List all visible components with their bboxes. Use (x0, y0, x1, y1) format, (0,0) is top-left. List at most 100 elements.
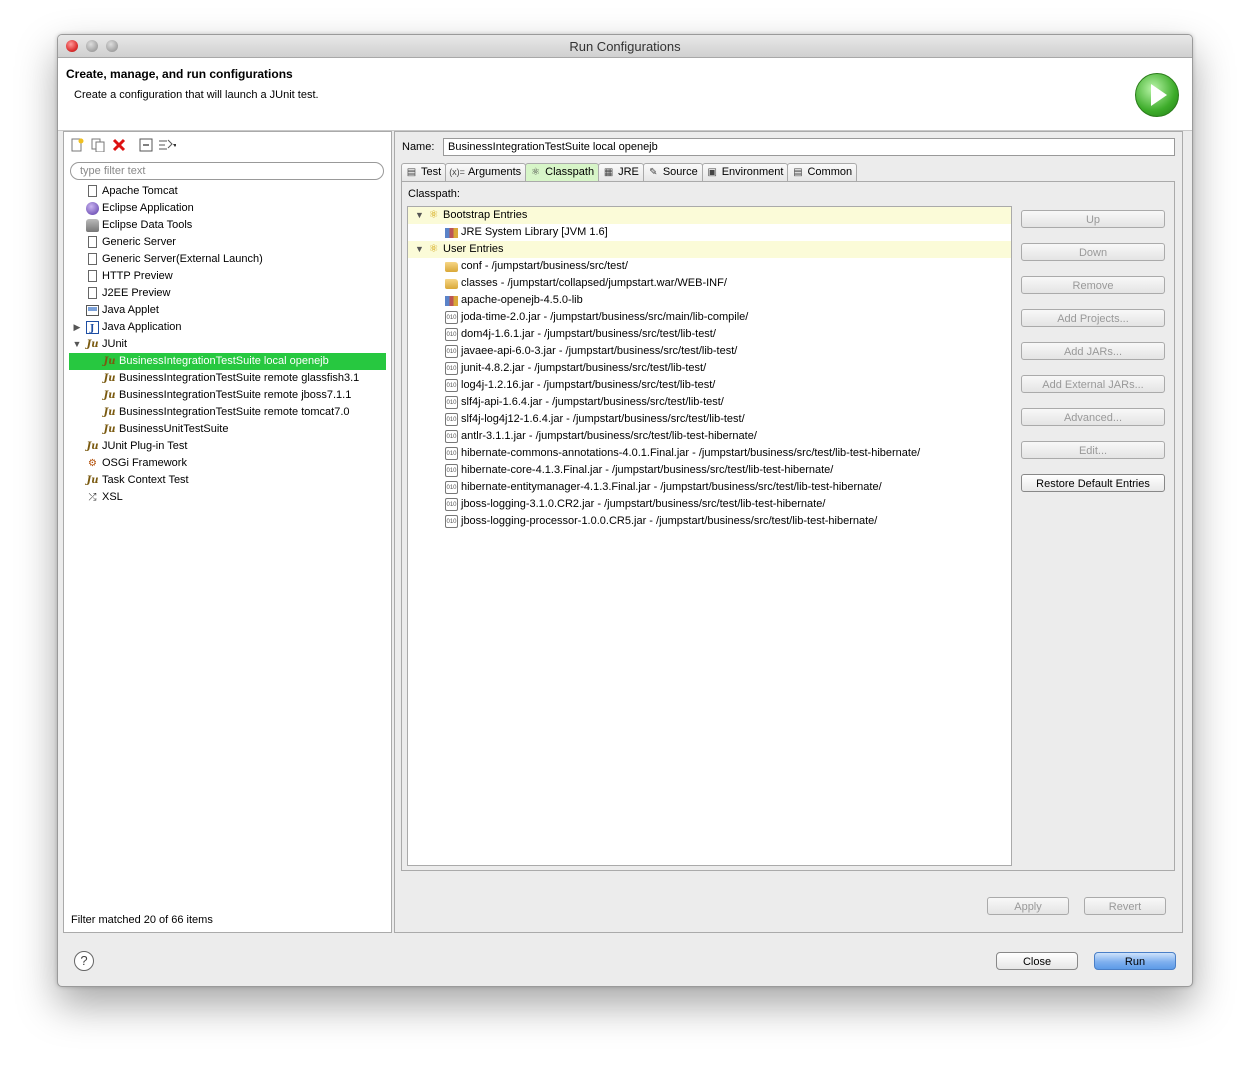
classpath-entry[interactable]: 010 slf4j-log4j12-1.6.4.jar - /jumpstart/… (408, 411, 1011, 428)
classpath-entry-label: dom4j-1.6.1.jar - /jumpstart/business/sr… (461, 328, 716, 340)
config-tree-item[interactable]: HTTP Preview (64, 268, 391, 285)
classpath-entry[interactable]: 010 antlr-3.1.1.jar - /jumpstart/business… (408, 428, 1011, 445)
new-configuration-icon[interactable] (68, 136, 86, 154)
classpath-entry[interactable]: JRE System Library [JVM 1.6] (408, 224, 1011, 241)
classpath-entry[interactable]: classes - /jumpstart/collapsed/jumpstart… (408, 275, 1011, 292)
editor-tabs: ▤ Test (x)= Arguments ⚛ Classpath ▦ JRE ✎ Source ▣… (401, 163, 858, 181)
collapse-all-icon[interactable] (137, 136, 155, 154)
classpath-group[interactable]: ▼ ⚛ User Entries (408, 241, 1011, 258)
classpath-entry[interactable]: 010 hibernate-commons-annotations-4.0.1.F… (408, 445, 1011, 462)
environment-tab-icon: ▣ (707, 167, 717, 178)
classpath-tree[interactable]: ▼ ⚛ Bootstrap Entries JRE System Library [J… (407, 206, 1012, 866)
classpath-group[interactable]: ▼ ⚛ Bootstrap Entries (408, 207, 1011, 224)
junit-icon: Ju (103, 356, 116, 367)
entries-icon: ⚛ (428, 243, 439, 255)
filter-input[interactable] (70, 162, 384, 180)
config-tree-item[interactable]: Apache Tomcat (64, 183, 391, 200)
classpath-entry[interactable]: apache-openejb-4.5.0-lib (408, 292, 1011, 309)
tab-common[interactable]: ▤ Common (787, 163, 858, 181)
jar-icon: 010 (445, 447, 458, 460)
configuration-editor-pane: Name: ▤Test(x)=Arguments⚛Classpath▦JRE✎S… (394, 131, 1183, 933)
config-tree-item[interactable]: ▼ Ju JUnit (64, 336, 391, 353)
classpath-entry[interactable]: 010 javaee-api-6.0-3.jar - /jumpstart/bus… (408, 343, 1011, 360)
add-external-jars-button[interactable]: Add External JARs... (1021, 375, 1165, 393)
classpath-entry[interactable]: 010 log4j-1.2.16.jar - /jumpstart/busines… (408, 377, 1011, 394)
classpath-entry-label: slf4j-api-1.6.4.jar - /jumpstart/busines… (461, 396, 724, 408)
config-tree-label: BusinessUnitTestSuite (119, 423, 229, 435)
delete-configuration-icon[interactable] (110, 136, 128, 154)
tab-test[interactable]: ▤ Test (401, 163, 447, 181)
config-tree-item[interactable]: Ju JUnit Plug-in Test (64, 438, 391, 455)
classpath-entry[interactable]: 010 hibernate-core-4.1.3.Final.jar - /jum… (408, 462, 1011, 479)
config-tree-item[interactable]: Eclipse Application (64, 200, 391, 217)
add-projects-button[interactable]: Add Projects... (1021, 309, 1165, 327)
config-tree-label: XSL (102, 491, 123, 503)
tab-environment[interactable]: ▣ Environment (701, 163, 789, 181)
classpath-entry[interactable]: 010 jboss-logging-processor-1.0.0.CR5.jar… (408, 513, 1011, 530)
edit-button[interactable]: Edit... (1021, 441, 1165, 459)
apply-button[interactable]: Apply (987, 897, 1069, 915)
jre-tab-icon: ▦ (603, 167, 614, 178)
config-tree-item[interactable]: Ju BusinessIntegrationTestSuite remote to… (64, 404, 391, 421)
expand-down-icon[interactable]: ▼ (415, 207, 424, 224)
duplicate-configuration-icon[interactable] (89, 136, 107, 154)
config-tree-label: BusinessIntegrationTestSuite remote glas… (119, 372, 360, 384)
advanced-button[interactable]: Advanced... (1021, 408, 1165, 426)
restore-default-entries-button[interactable]: Restore Default Entries (1021, 474, 1165, 492)
config-tree-item[interactable]: Ju BusinessIntegrationTestSuite local ope… (69, 353, 386, 370)
classpath-entry-label: User Entries (443, 243, 504, 255)
config-tree-item[interactable]: ⚙ OSGi Framework (64, 455, 391, 472)
config-tree-label: JUnit (102, 338, 128, 350)
test-tab-icon: ▤ (406, 167, 417, 178)
config-tree-item[interactable]: Ju BusinessIntegrationTestSuite remote gl… (64, 370, 391, 387)
junit-icon: Ju (103, 424, 116, 435)
arguments-tab-icon: (x)= (449, 167, 465, 177)
config-tree-item[interactable]: ▶ J Java Application (64, 319, 391, 336)
help-icon[interactable]: ? (74, 951, 94, 971)
expand-down-icon[interactable]: ▼ (415, 241, 424, 258)
source-tab-icon: ✎ (649, 167, 658, 178)
config-tree-item[interactable]: J2EE Preview (64, 285, 391, 302)
classpath-entry[interactable]: 010 junit-4.8.2.jar - /jumpstart/business… (408, 360, 1011, 377)
jar-icon: 010 (445, 362, 458, 375)
tab-label: Common (807, 166, 853, 178)
run-button[interactable]: Run (1094, 952, 1176, 970)
common-tab-icon: ▤ (793, 167, 803, 178)
config-tree-label: BusinessIntegrationTestSuite local opene… (119, 355, 329, 367)
tab-jre[interactable]: ▦ JRE (598, 163, 644, 181)
filter-menu-icon[interactable] (158, 136, 176, 154)
tab-label: JRE (618, 166, 639, 178)
tab-arguments[interactable]: (x)= Arguments (445, 163, 527, 181)
tab-source[interactable]: ✎ Source (642, 163, 703, 181)
dialog-header: Create, manage, and run configurations C… (58, 58, 1192, 131)
remove-button[interactable]: Remove (1021, 276, 1165, 294)
config-tree-item[interactable]: Ju BusinessUnitTestSuite (64, 421, 391, 438)
junit-plugin-icon: Ju (86, 441, 99, 452)
config-tree-item[interactable]: Eclipse Data Tools (64, 217, 391, 234)
config-tree-item[interactable]: Generic Server(External Launch) (64, 251, 391, 268)
down-button[interactable]: Down (1021, 243, 1165, 261)
name-input[interactable] (443, 138, 1175, 156)
revert-button[interactable]: Revert (1084, 897, 1166, 915)
classpath-entry[interactable]: 010 joda-time-2.0.jar - /jumpstart/busine… (408, 309, 1011, 326)
classpath-entry[interactable]: 010 hibernate-entitymanager-4.1.3.Final.j… (408, 479, 1011, 496)
add-jars-button[interactable]: Add JARs... (1021, 342, 1165, 360)
tab-classpath[interactable]: ⚛ Classpath (525, 163, 600, 181)
config-tree-item[interactable]: Java Applet (64, 302, 391, 319)
classpath-entry[interactable]: 010 slf4j-api-1.6.4.jar - /jumpstart/busi… (408, 394, 1011, 411)
jar-icon: 010 (445, 430, 458, 443)
classpath-entry[interactable]: 010 jboss-logging-3.1.0.CR2.jar - /jumpst… (408, 496, 1011, 513)
close-button[interactable]: Close (996, 952, 1078, 970)
classpath-entry[interactable]: 010 dom4j-1.6.1.jar - /jumpstart/business… (408, 326, 1011, 343)
config-tree-item[interactable]: Generic Server (64, 234, 391, 251)
expand-right-icon[interactable]: ▶ (72, 319, 82, 336)
tab-label: Environment (721, 166, 784, 178)
config-tree-item[interactable]: ⤮ XSL (64, 489, 391, 506)
page-icon (88, 253, 97, 265)
classpath-entry[interactable]: conf - /jumpstart/business/src/test/ (408, 258, 1011, 275)
config-tree-label: JUnit Plug-in Test (102, 440, 188, 452)
config-tree-item[interactable]: Ju Task Context Test (64, 472, 391, 489)
up-button[interactable]: Up (1021, 210, 1165, 228)
config-tree-item[interactable]: Ju BusinessIntegrationTestSuite remote jb… (64, 387, 391, 404)
expand-down-icon[interactable]: ▼ (72, 336, 82, 353)
